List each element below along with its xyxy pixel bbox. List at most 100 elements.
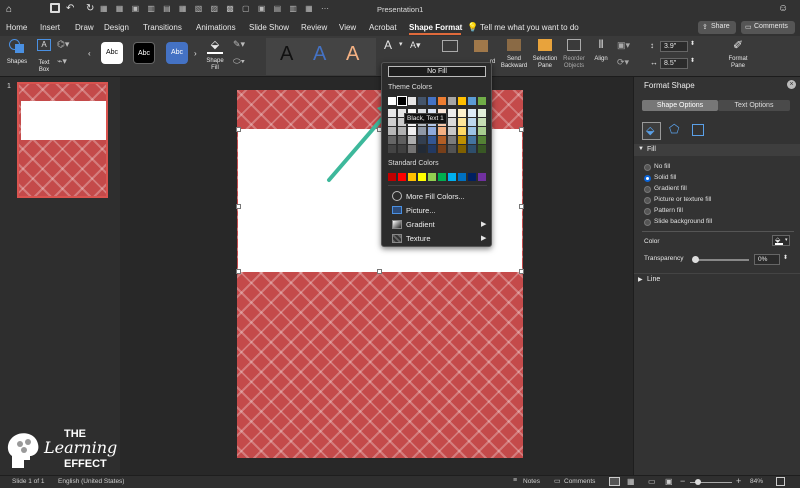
theme-shade-swatch[interactable] xyxy=(478,118,486,126)
text-box-button[interactable]: A Text Box xyxy=(34,39,54,74)
theme-shade-swatch[interactable] xyxy=(468,127,476,135)
standard-color-swatch[interactable] xyxy=(398,173,406,181)
fill-option-radio[interactable] xyxy=(644,164,651,171)
fit-slide-icon[interactable] xyxy=(776,477,785,486)
tab-slide-show[interactable]: Slide Show xyxy=(249,23,289,32)
theme-shade-swatch[interactable] xyxy=(468,118,476,126)
theme-shade-swatch[interactable] xyxy=(438,127,446,135)
alt-text-icon[interactable] xyxy=(442,40,458,52)
theme-shade-swatch[interactable] xyxy=(398,127,406,135)
scroll-left-icon[interactable]: ‹ xyxy=(88,49,91,58)
draw-icon[interactable]: ⌁▾ xyxy=(57,56,67,67)
tab-acrobat[interactable]: Acrobat xyxy=(369,23,397,32)
reorder-objects-button[interactable]: Reorder Objects xyxy=(560,39,588,70)
theme-color-swatch[interactable] xyxy=(438,97,446,105)
send-backward-button[interactable]: Send Backward xyxy=(498,39,530,70)
resize-handle[interactable] xyxy=(519,127,524,132)
save-icon[interactable] xyxy=(50,3,60,13)
theme-shade-swatch[interactable] xyxy=(408,127,416,135)
fill-option-label[interactable]: Pattern fill xyxy=(654,207,683,214)
slideshow-icon[interactable]: ▣ xyxy=(665,477,673,486)
width-field[interactable]: 8.5" xyxy=(660,58,688,69)
scroll-right-icon[interactable]: › xyxy=(194,49,197,58)
zoom-slider-thumb[interactable] xyxy=(695,479,701,485)
theme-shade-swatch[interactable] xyxy=(448,145,456,153)
format-pane-button[interactable]: ✐ Format Pane xyxy=(724,39,752,70)
fill-option-radio[interactable] xyxy=(644,219,651,226)
gradient-item[interactable]: Gradient ▶ xyxy=(382,219,493,231)
zoom-level[interactable]: 84% xyxy=(750,478,763,485)
wordart-black[interactable]: A xyxy=(280,43,293,66)
align-button[interactable]: ⫴ Align xyxy=(590,39,612,63)
texture-item[interactable]: Texture ▶ xyxy=(382,233,493,245)
theme-shade-swatch[interactable] xyxy=(388,109,396,117)
picture-item[interactable]: Picture... xyxy=(382,205,493,217)
undo-icon[interactable]: ↶ xyxy=(66,3,74,14)
fill-option-radio[interactable] xyxy=(644,186,651,193)
style-preset-black[interactable]: Abc xyxy=(133,42,155,64)
fill-option-radio[interactable] xyxy=(644,197,651,204)
tab-shape-format[interactable]: Shape Format xyxy=(409,23,462,32)
shape-effects-icon[interactable]: ⬭▾ xyxy=(233,56,245,67)
theme-shade-swatch[interactable] xyxy=(458,127,466,135)
resize-handle[interactable] xyxy=(236,204,241,209)
bring-forward-icon[interactable] xyxy=(474,40,488,52)
no-fill-button[interactable]: No Fill xyxy=(388,66,486,77)
text-options-tab[interactable]: Text Options xyxy=(718,100,790,111)
theme-shade-swatch[interactable] xyxy=(388,145,396,153)
text-outline-icon[interactable]: A▾ xyxy=(410,40,421,51)
zoom-in-icon[interactable]: + xyxy=(736,476,741,486)
theme-shade-swatch[interactable] xyxy=(478,109,486,117)
normal-view-icon[interactable] xyxy=(609,477,620,486)
line-section-label[interactable]: Line xyxy=(647,276,660,283)
theme-shade-swatch[interactable] xyxy=(438,136,446,144)
transparency-slider-thumb[interactable] xyxy=(692,256,699,263)
resize-handle[interactable] xyxy=(519,269,524,274)
theme-shade-swatch[interactable] xyxy=(478,136,486,144)
theme-shade-swatch[interactable] xyxy=(468,136,476,144)
theme-color-swatch[interactable] xyxy=(468,97,476,105)
fill-section-label[interactable]: Fill xyxy=(647,146,656,153)
theme-shade-swatch[interactable] xyxy=(448,118,456,126)
shape-outline-icon[interactable]: ✎▾ xyxy=(233,39,245,50)
redo-icon[interactable]: ↻ xyxy=(86,3,94,14)
theme-shade-swatch[interactable] xyxy=(398,136,406,144)
transparency-field[interactable]: 0% xyxy=(754,254,780,265)
standard-color-swatch[interactable] xyxy=(408,173,416,181)
resize-handle[interactable] xyxy=(519,204,524,209)
smiley-icon[interactable]: ☺ xyxy=(778,3,788,14)
fill-option-label[interactable]: Slide background fill xyxy=(654,218,712,225)
standard-color-swatch[interactable] xyxy=(428,173,436,181)
theme-shade-swatch[interactable] xyxy=(418,127,426,135)
slide-sorter-icon[interactable]: ▦ xyxy=(627,477,635,486)
style-preset-white[interactable]: Abc xyxy=(101,42,123,64)
theme-shade-swatch[interactable] xyxy=(448,127,456,135)
resize-handle[interactable] xyxy=(236,127,241,132)
theme-shade-swatch[interactable] xyxy=(428,136,436,144)
standard-color-swatch[interactable] xyxy=(458,173,466,181)
theme-shade-swatch[interactable] xyxy=(478,145,486,153)
standard-color-swatch[interactable] xyxy=(388,173,396,181)
fill-option-label[interactable]: No fill xyxy=(654,163,670,170)
theme-shade-swatch[interactable] xyxy=(448,136,456,144)
standard-color-swatch[interactable] xyxy=(478,173,486,181)
theme-shade-swatch[interactable] xyxy=(428,127,436,135)
fill-option-label[interactable]: Picture or texture fill xyxy=(654,196,711,203)
shape-options-tab[interactable]: Shape Options xyxy=(642,100,718,111)
tab-insert[interactable]: Insert xyxy=(40,23,60,32)
tell-me-search[interactable]: Tell me what you want to do xyxy=(480,23,579,32)
fill-option-label[interactable]: Solid fill xyxy=(654,174,676,181)
rotate-icon[interactable]: ⟳▾ xyxy=(617,57,629,68)
effects-pentagon-icon[interactable]: ⬠ xyxy=(669,122,679,136)
close-icon[interactable]: × xyxy=(787,80,796,89)
text-fill-icon[interactable]: A xyxy=(384,38,392,52)
comments-status-button[interactable]: Comments xyxy=(564,478,595,485)
group-icon[interactable]: ▣▾ xyxy=(617,40,630,51)
theme-shade-swatch[interactable] xyxy=(458,118,466,126)
standard-color-swatch[interactable] xyxy=(448,173,456,181)
tab-view[interactable]: View xyxy=(339,23,356,32)
theme-shade-swatch[interactable] xyxy=(458,145,466,153)
edit-shape-icon[interactable]: ⌬▾ xyxy=(57,39,69,50)
wordart-blue[interactable]: A xyxy=(313,43,326,66)
slide-thumbnail[interactable] xyxy=(17,82,108,198)
